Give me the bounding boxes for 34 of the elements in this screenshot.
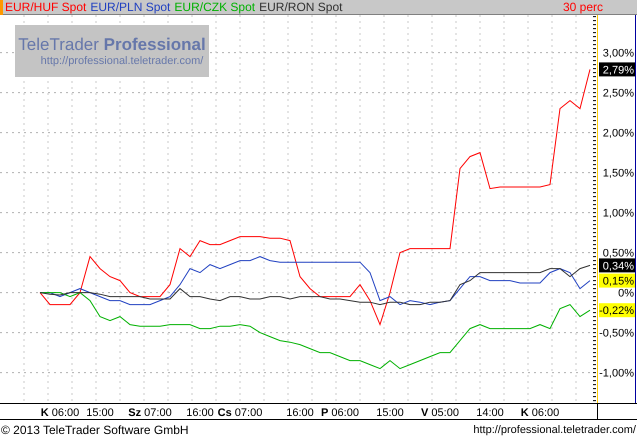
axis-label: 2,50% xyxy=(602,88,634,100)
axis-label: 3,00% xyxy=(602,48,634,60)
axis-label: V 05:00 xyxy=(421,407,459,419)
branding-title: TeleTrader Professional xyxy=(18,34,206,55)
axis-label: 15:00 xyxy=(86,407,114,419)
marker-icon xyxy=(0,0,3,14)
legend-label: EUR/CZK Spot xyxy=(174,1,256,13)
axis-label: 16:00 xyxy=(186,407,214,419)
axis-label: K 06:00 xyxy=(40,407,80,419)
last-value-tag: 0,34% xyxy=(599,258,635,272)
axis-label: P 06:00 xyxy=(321,407,359,419)
axis-label: 0% xyxy=(618,288,634,300)
legend-label: EUR/RON Spot xyxy=(259,1,342,13)
axis-label: Cs 07:00 xyxy=(218,407,262,419)
axis-label: Sz 07:00 xyxy=(128,407,172,419)
axis-label: 14:00 xyxy=(476,407,504,419)
branding-url: http://professional.teletrader.com/ xyxy=(40,54,204,68)
last-value-tag: 0,15% xyxy=(599,274,635,288)
legend-label: EUR/PLN Spot xyxy=(90,1,170,13)
axis-label: 16:00 xyxy=(286,407,314,419)
axis-label: 1,50% xyxy=(602,168,634,180)
copyright-text: © 2013 TeleTrader Software GmbH xyxy=(1,422,189,439)
axis-label: -1,00% xyxy=(599,368,634,380)
axis-label: 2,00% xyxy=(602,128,634,140)
last-value-tag: -0,22% xyxy=(599,303,635,318)
axis-label: 1,00% xyxy=(602,208,634,220)
axis-label: -0,50% xyxy=(599,328,634,340)
axis-label: 0,50% xyxy=(602,248,634,260)
axis-label: 15:00 xyxy=(376,407,404,419)
axis-label: K 06:00 xyxy=(520,407,560,419)
last-value-tag: 2,79% xyxy=(599,62,635,76)
period-label: 30 perc xyxy=(562,1,603,13)
footer-url: http://professional.teletrader.com/ xyxy=(473,422,636,438)
legend-label: EUR/HUF Spot xyxy=(5,1,86,13)
